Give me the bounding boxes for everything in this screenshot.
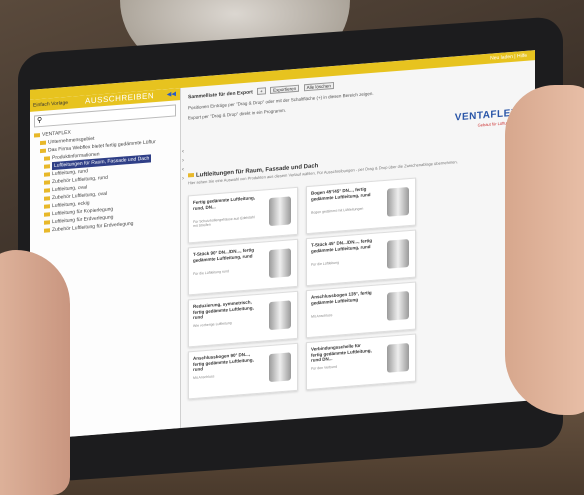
product-title: Reduzierung, symmetrisch, fertig gedämmt… [193,299,254,321]
product-card[interactable]: Anschlussbogen 135°, fertig gedämmte Luf… [306,281,416,339]
product-image [387,343,409,373]
folder-icon [44,195,50,201]
tablet-screen: Neu laden | Hilfe Einfach Vorlage AUSSCH… [30,50,535,440]
product-title: T-Stück 45° DN.../DN..., fertig gedämmte… [311,237,373,254]
folder-icon [44,187,50,193]
product-image [387,291,409,321]
left-hand [0,250,70,495]
product-title: Verbindungsschelle für fertig gedämmte L… [311,342,372,363]
right-hand [505,85,584,415]
product-title: Anschlussbogen 90° DN..., fertig gedämmt… [193,351,254,373]
product-image [387,239,409,269]
product-image [269,248,291,279]
folder-icon [44,203,50,209]
product-card[interactable]: T-Stück 90° DN.../DN..., fertig gedämmte… [188,238,298,296]
folder-icon [44,211,50,217]
collection-title: Sammelliste für den Export [188,89,253,101]
product-description: Bogen gedämmt mit Lüftleitungen [311,206,364,215]
folder-icon [44,219,50,225]
folder-icon [40,140,46,145]
folder-icon [44,171,50,177]
section-heading: Luftleitungen für Raum, Fassade und Dach [188,147,518,179]
folder-icon [34,132,40,138]
product-image [269,300,291,331]
sidebar-tools[interactable]: Einfach Vorlage [33,100,68,109]
folder-icon [44,155,50,161]
folder-icon [40,148,46,153]
product-title: Anschlussbogen 135°, fertig gedämmte Luf… [311,289,372,306]
search-icon: ⚲ [37,116,43,125]
product-title: Bogen 45°/45° DN..., fertig gedämmte Luf… [311,186,371,202]
product-description: Für die Lüftleitung rund [193,269,229,277]
product-description: Mit Anschluss [193,374,215,381]
product-image [269,352,291,383]
tablet: Neu laden | Hilfe Einfach Vorlage AUSSCH… [0,0,584,495]
product-description: Für die Lüftleitung [311,260,340,267]
product-card[interactable]: T-Stück 45° DN.../DN..., fertig gedämmte… [306,229,416,287]
product-card[interactable]: Verbindungsschelle für fertig gedämmte L… [306,333,416,391]
product-description: Wie vorherige Luftleitung [193,320,232,329]
product-image [269,196,291,227]
product-card[interactable]: Fertig gedämmte Luftleitung, rund, DN...… [188,186,298,244]
product-title: T-Stück 90° DN.../DN..., fertig gedämmte… [193,247,255,263]
product-card[interactable]: Reduzierung, symmetrisch, fertig gedämmt… [188,290,298,348]
folder-icon [44,179,50,185]
product-description: Für Schutzhüllengehäuse aus Edelstahl mi… [193,215,255,229]
clear-all-button[interactable]: Alle löschen [303,81,334,92]
add-button[interactable]: + [257,87,266,95]
category-tree: VENTAFLEX Unternehmensgebiet Das Firma Web… [34,120,180,235]
product-section: Luftleitungen für Raum, Fassade und Dach… [188,147,518,185]
product-description: Für den Verbund [311,364,338,371]
folder-icon [188,173,194,178]
product-card[interactable]: Bogen 45°/45° DN..., fertig gedämmte Luf… [306,177,416,235]
export-button[interactable]: Exportieren [270,84,300,94]
product-card[interactable]: Anschlussbogen 90° DN..., fertig gedämmt… [188,342,298,400]
product-description: Mit Anschluss [311,313,333,319]
product-image [387,187,409,217]
main-panel: Sammelliste für den Export + Exportieren… [188,60,533,427]
collapse-arrows-icon[interactable]: ◀◀ [167,90,176,98]
panel-nav-arrows[interactable]: ‹ › ‹ › [182,148,184,184]
folder-icon [44,163,50,169]
product-title: Fertig gedämmte Luftleitung, rund, DN... [193,195,256,211]
folder-icon [44,227,50,233]
